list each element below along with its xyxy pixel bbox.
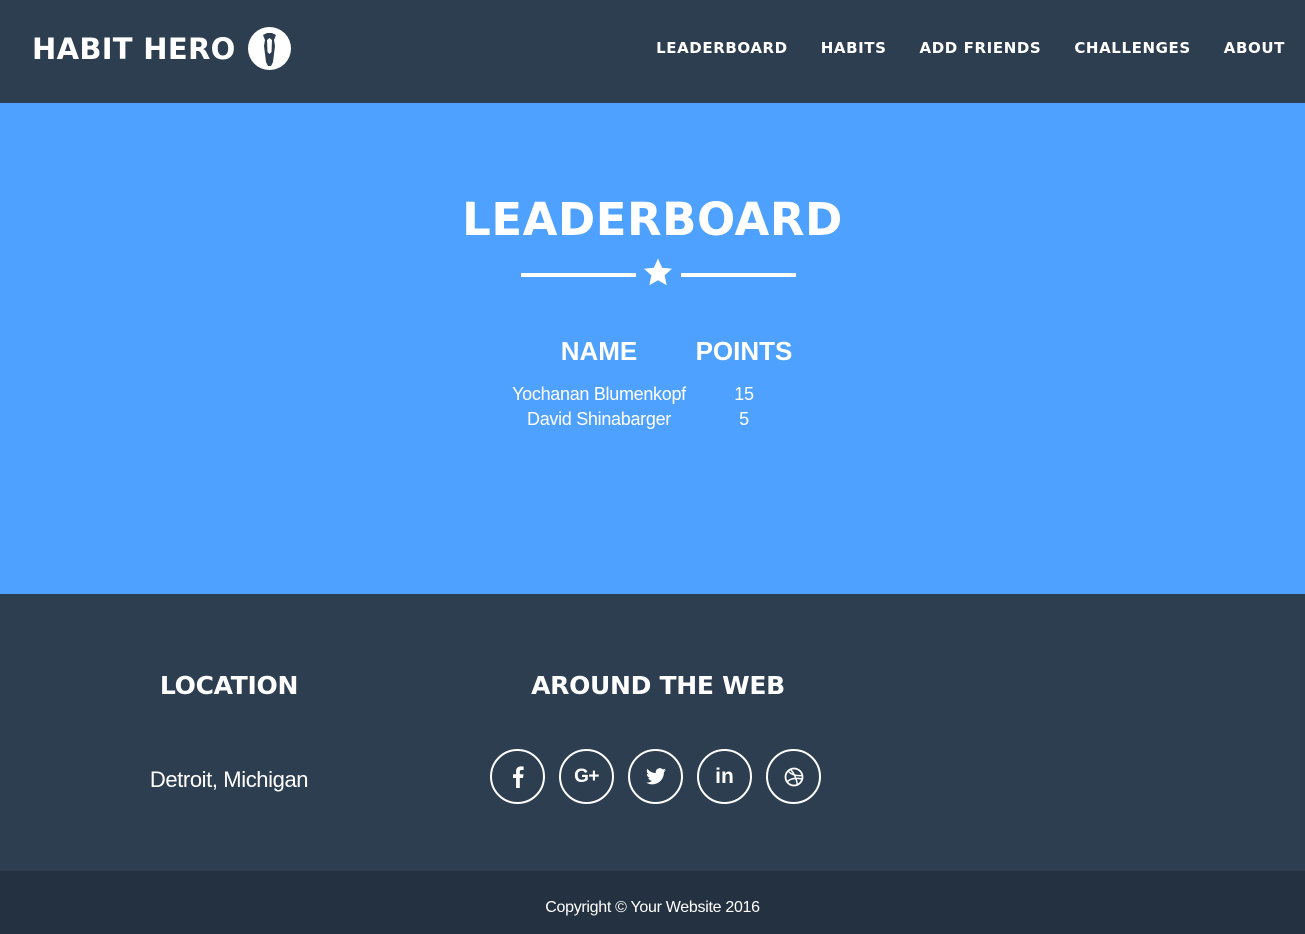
column-header-name: NAME bbox=[560, 336, 638, 366]
nav-link-leaderboard[interactable]: LEADERBOARD bbox=[656, 38, 788, 58]
star-divider bbox=[521, 257, 796, 289]
table-row: Yochanan Blumenkopf 15 bbox=[0, 382, 1305, 407]
twitter-icon bbox=[645, 768, 666, 785]
nav-link-challenges[interactable]: CHALLENGES bbox=[1074, 38, 1190, 58]
facebook-button[interactable] bbox=[490, 749, 545, 804]
page-title: LEADERBOARD bbox=[462, 193, 843, 246]
linkedin-button[interactable]: in bbox=[697, 749, 752, 804]
nav-link-add-friends[interactable]: ADD FRIENDS bbox=[920, 38, 1042, 58]
row-points: 5 bbox=[739, 409, 749, 429]
dribbble-button[interactable] bbox=[766, 749, 821, 804]
location-text: Detroit, Michigan bbox=[149, 767, 309, 792]
navbar: HABIT HERO LEADERBOARD HABITS ADD FRIEND… bbox=[0, 0, 1305, 103]
nav-link-habits[interactable]: HABITS bbox=[821, 38, 887, 58]
row-name: Yochanan Blumenkopf bbox=[512, 384, 686, 404]
dribbble-icon bbox=[784, 767, 803, 786]
google-plus-button[interactable]: G+ bbox=[559, 749, 614, 804]
location-heading: LOCATION bbox=[159, 671, 299, 700]
brand-link[interactable]: HABIT HERO bbox=[32, 30, 236, 68]
linkedin-icon: in bbox=[715, 764, 734, 788]
row-name: David Shinabarger bbox=[527, 409, 671, 429]
divider-line-left bbox=[521, 273, 636, 277]
google-plus-icon: G+ bbox=[574, 765, 599, 787]
nav-link-about[interactable]: ABOUT bbox=[1224, 38, 1285, 58]
column-header-points: POINTS bbox=[695, 336, 793, 366]
footer: LOCATION Detroit, Michigan AROUND THE WE… bbox=[0, 594, 1305, 871]
leaderboard-section: LEADERBOARD NAME POINTS Yochanan Blumenk… bbox=[0, 103, 1305, 594]
star-icon bbox=[644, 258, 672, 286]
facebook-icon bbox=[512, 765, 524, 788]
table-row: David Shinabarger 5 bbox=[0, 407, 1305, 432]
copyright-text: Copyright © Your Website 2016 bbox=[545, 899, 760, 916]
hero-silhouette-icon bbox=[248, 27, 291, 70]
row-points: 15 bbox=[734, 384, 754, 404]
copyright-bar: Copyright © Your Website 2016 bbox=[0, 871, 1305, 934]
social-links: G+ in bbox=[490, 749, 835, 804]
nav-links: LEADERBOARD HABITS ADD FRIENDS CHALLENGE… bbox=[623, 38, 1285, 58]
around-the-web-heading: AROUND THE WEB bbox=[531, 671, 785, 700]
twitter-button[interactable] bbox=[628, 749, 683, 804]
divider-line-right bbox=[681, 273, 796, 277]
